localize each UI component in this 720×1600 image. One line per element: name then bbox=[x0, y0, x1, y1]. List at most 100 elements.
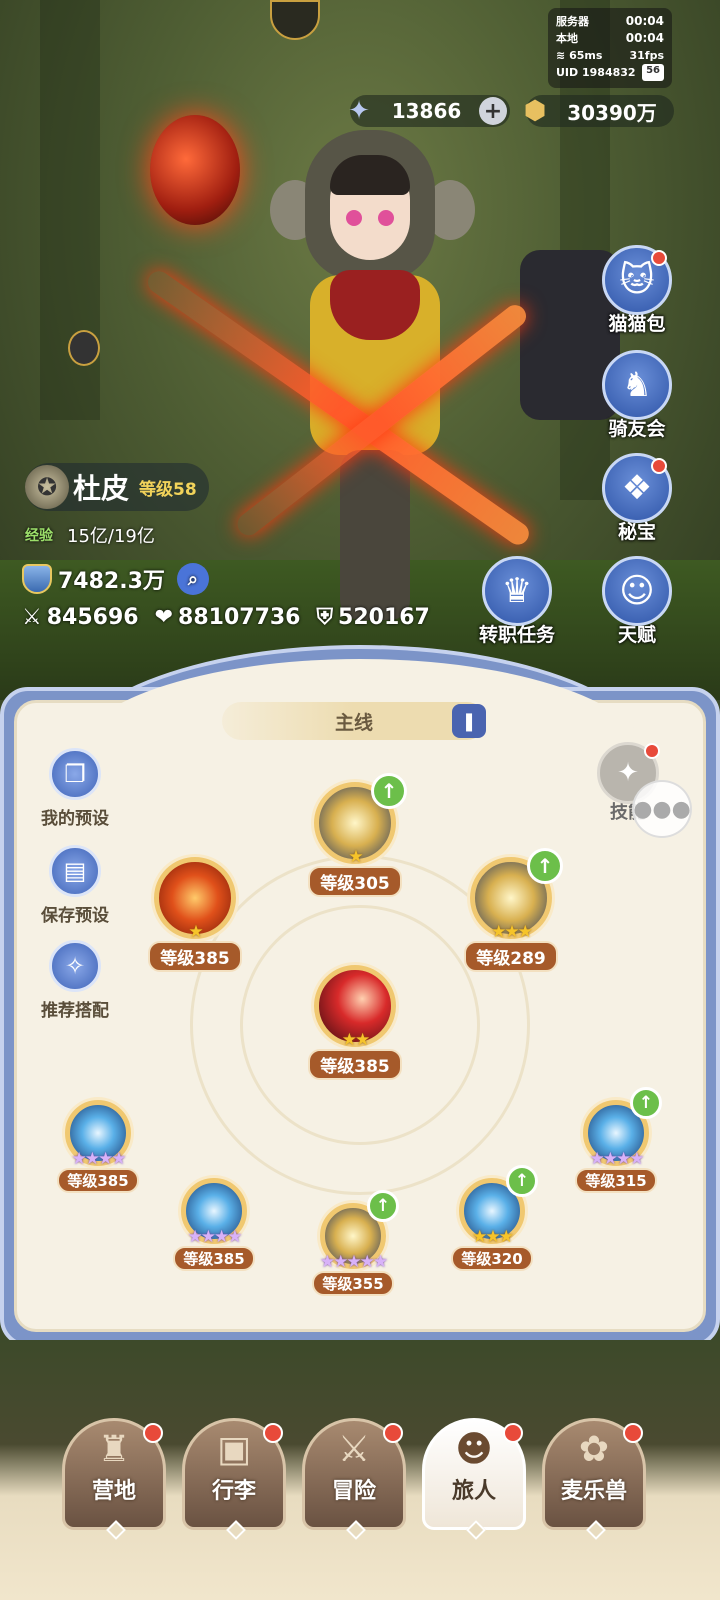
local-label: 本地 bbox=[556, 32, 578, 45]
cat-bag-button[interactable]: 🐱 猫猫包 bbox=[597, 245, 677, 336]
ping-value: 65ms bbox=[569, 49, 603, 62]
star-crystal-icon: ✦ bbox=[348, 96, 370, 126]
notification-dot bbox=[503, 1423, 523, 1443]
nav-luggage-label: 行李 bbox=[211, 1479, 256, 1504]
battery-icon: 56 bbox=[642, 64, 664, 81]
uid-value: UID 1984832 bbox=[556, 66, 636, 79]
wifi-icon: ≋ bbox=[556, 49, 566, 62]
nav-traveler[interactable]: ☻ 旅人 bbox=[422, 1418, 526, 1540]
power-line: 7482.3万 ⌕ bbox=[22, 563, 209, 595]
skill-stars: ★ bbox=[188, 922, 203, 942]
skill-slot[interactable]: ↑ ★★★ 等级289 bbox=[456, 848, 566, 972]
fps-value: 31fps bbox=[629, 49, 664, 62]
skill-slot[interactable]: ★ 等级385 bbox=[140, 857, 250, 972]
heart-icon: ❤ bbox=[154, 605, 174, 630]
upgrade-arrow-icon: ↑ bbox=[506, 1165, 538, 1197]
recommended-loadout-label: 推荐搭配 bbox=[41, 1001, 109, 1021]
upgrade-arrow-icon: ↑ bbox=[527, 848, 563, 884]
skill-level: 等级355 bbox=[312, 1271, 394, 1296]
device-status-card: 服务器 00:04 本地 00:04 ≋ 65ms 31fps UID 1984832… bbox=[548, 8, 672, 88]
recommended-loadout-button[interactable]: ✧ 推荐搭配 bbox=[28, 940, 122, 1021]
notification-dot bbox=[263, 1423, 283, 1443]
notification-dot bbox=[143, 1423, 163, 1443]
combat-power-value: 7482.3万 bbox=[58, 569, 165, 594]
nav-traveler-label: 旅人 bbox=[451, 1479, 496, 1504]
skill-level: 等级320 bbox=[451, 1246, 533, 1271]
skill-level: 等级315 bbox=[575, 1168, 657, 1193]
skill-slot[interactable]: ★★ 等级385 bbox=[297, 965, 413, 1080]
skill-stars: ★★★ bbox=[472, 1227, 514, 1247]
save-preset-label: 保存预设 bbox=[41, 906, 109, 926]
server-time: 00:04 bbox=[625, 14, 664, 28]
hanging-lamp bbox=[68, 330, 100, 366]
coin-currency-value: 30390万 bbox=[567, 100, 657, 125]
exp-value: 15亿/19亿 bbox=[67, 526, 155, 547]
flame-lantern-enemy bbox=[150, 115, 240, 225]
cards-icon: ❐ bbox=[49, 748, 101, 800]
nav-pets[interactable]: ✿ 麦乐兽 bbox=[542, 1418, 646, 1540]
cat-bag-icon: 🐱 bbox=[602, 245, 672, 315]
save-preset-button[interactable]: ▤ 保存预设 bbox=[28, 845, 122, 926]
skill-slot[interactable]: ↑ ★ 等级305 bbox=[300, 773, 410, 897]
notification-dot bbox=[623, 1423, 643, 1443]
local-time: 00:04 bbox=[625, 31, 664, 45]
job-change-quest-button[interactable]: ♛ 转职任务 bbox=[472, 556, 562, 647]
star-currency: ✦ 13866 + bbox=[348, 95, 510, 127]
book-icon[interactable]: ❚ bbox=[452, 704, 486, 738]
crown-icon: ♛ bbox=[482, 556, 552, 626]
rider-club-button[interactable]: ♞ 骑友会 bbox=[597, 350, 677, 441]
talent-icon: ☺ bbox=[602, 556, 672, 626]
coin-icon: ⬢ bbox=[523, 96, 547, 126]
chat-bubble-icon[interactable]: ●●● bbox=[632, 780, 692, 838]
skill-stars: ★ bbox=[348, 847, 363, 867]
skill-stars: ★★★★ bbox=[187, 1227, 243, 1247]
player-info[interactable]: ✪ 杜皮 等级58 bbox=[25, 463, 209, 511]
exp-line: 经验 15亿/19亿 bbox=[25, 522, 155, 548]
attack-value: 845696 bbox=[46, 605, 139, 630]
nav-camp-label: 营地 bbox=[91, 1479, 136, 1504]
my-presets-label: 我的预设 bbox=[41, 809, 109, 829]
tab-main-line-label: 主线 bbox=[334, 711, 373, 734]
skill-slot[interactable]: ↑ ★★★★★ 等级355 bbox=[298, 1190, 408, 1296]
skill-stars: ★★★ bbox=[491, 922, 533, 942]
upgrade-arrow-icon: ↑ bbox=[371, 773, 407, 809]
server-label: 服务器 bbox=[556, 15, 589, 28]
nav-luggage[interactable]: ▣ 行李 bbox=[182, 1418, 286, 1540]
save-icon: ▤ bbox=[49, 845, 101, 897]
attack-icon: ⚔ bbox=[22, 605, 42, 630]
coin-currency: ⬢ 30390万 bbox=[524, 95, 674, 127]
skill-level: 等级289 bbox=[464, 941, 558, 972]
nav-pets-label: 麦乐兽 bbox=[560, 1479, 627, 1504]
skill-stars: ★★★★ bbox=[589, 1149, 645, 1169]
nav-camp[interactable]: ♜ 营地 bbox=[62, 1418, 166, 1540]
treasure-button[interactable]: ❖ 秘宝 bbox=[597, 453, 677, 544]
skill-slot[interactable]: ★★★★ 等级385 bbox=[164, 1178, 264, 1271]
defense-shield-icon: ⛨ bbox=[316, 605, 334, 630]
skill-level: 等级305 bbox=[308, 866, 402, 897]
inspect-search-icon[interactable]: ⌕ bbox=[176, 563, 209, 595]
skill-stars: ★★ bbox=[341, 1030, 370, 1050]
my-presets-button[interactable]: ❐ 我的预设 bbox=[28, 748, 122, 829]
upgrade-arrow-icon: ↑ bbox=[367, 1190, 399, 1222]
defense-value: 520167 bbox=[338, 605, 430, 630]
talent-button[interactable]: ☺ 天赋 bbox=[597, 556, 677, 647]
nav-adventure[interactable]: ⚔ 冒险 bbox=[302, 1418, 406, 1540]
notification-dot bbox=[644, 743, 660, 759]
notification-dot bbox=[383, 1423, 403, 1443]
skill-slot[interactable]: ↑ ★★★★ 等级315 bbox=[566, 1087, 666, 1193]
star-currency-value: 13866 bbox=[391, 99, 462, 123]
skill-slot[interactable]: ★★★★ 等级385 bbox=[48, 1100, 148, 1193]
hanging-lamp bbox=[270, 0, 320, 40]
player-level: 等级58 bbox=[139, 479, 197, 500]
skill-level: 等级385 bbox=[308, 1049, 402, 1080]
nav-adventure-label: 冒险 bbox=[331, 1479, 376, 1504]
skill-level: 等级385 bbox=[173, 1246, 255, 1271]
hp-value: 88107736 bbox=[178, 605, 301, 630]
skill-slot[interactable]: ↑ ★★★ 等级320 bbox=[442, 1165, 542, 1271]
player-name: 杜皮 bbox=[73, 472, 130, 505]
combat-power-icon bbox=[22, 564, 52, 594]
tab-main-line[interactable]: 主线 ❚ bbox=[222, 702, 486, 740]
skill-stars: ★★★★ bbox=[71, 1149, 127, 1169]
notification-dot bbox=[651, 458, 667, 474]
add-currency-button[interactable]: + bbox=[479, 97, 507, 125]
